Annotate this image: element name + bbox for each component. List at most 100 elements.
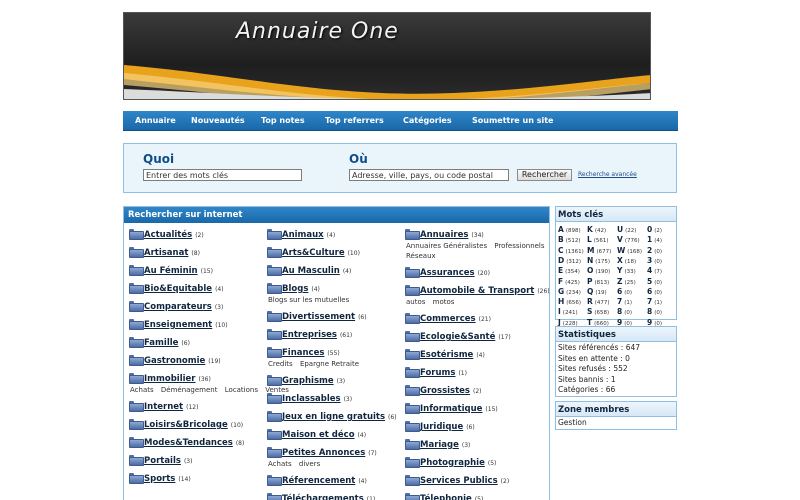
site-banner[interactable]: Annuaire One — [123, 12, 651, 100]
keyword-letter-link[interactable]: M (677) — [587, 246, 611, 255]
category-link[interactable]: Artisanat — [144, 248, 188, 258]
category-link[interactable]: Bio&Equitable — [144, 284, 212, 294]
category-link[interactable]: Modes&Tendances — [144, 438, 233, 448]
location-input[interactable] — [349, 169, 509, 181]
keyword-letter-link[interactable]: D (312) — [558, 256, 581, 265]
category-link[interactable]: Ecologie&Santé — [420, 332, 495, 342]
category-link[interactable]: Blogs — [282, 284, 308, 294]
nav-nouveautes[interactable]: Nouveautés — [191, 116, 245, 125]
subcategory-link[interactable]: motos — [433, 298, 455, 306]
category-link[interactable]: Gastronomie — [144, 356, 205, 366]
category-link[interactable]: Assurances — [420, 268, 475, 278]
keyword-letter-link[interactable]: F (425) — [558, 277, 580, 286]
keyword-letter-link[interactable]: P (813) — [587, 277, 609, 286]
keyword-letter-link[interactable]: C (1361) — [558, 246, 584, 255]
subcategory-link[interactable]: autos — [406, 298, 425, 306]
category-link[interactable]: Finances — [282, 348, 324, 358]
keyword-letter-link[interactable]: 0 (2) — [647, 225, 662, 234]
keyword-letter-link[interactable]: L (561) — [587, 235, 609, 244]
category-link[interactable]: Sports — [144, 474, 175, 484]
subcategory-link[interactable]: Déménagement — [161, 386, 218, 394]
subcategory-link[interactable]: Blogs sur les mutuelles — [268, 296, 349, 304]
category-link[interactable]: Services Publics — [420, 476, 498, 486]
keyword-letter-link[interactable]: 1 (4) — [647, 235, 662, 244]
category-link[interactable]: Automobile & Transport — [420, 286, 534, 296]
subcategory-link[interactable]: Epargne Retraite — [300, 360, 359, 368]
keywords-input[interactable] — [143, 169, 302, 181]
nav-annuaire[interactable]: Annuaire — [135, 116, 176, 125]
keyword-letter-link[interactable]: U (22) — [617, 225, 636, 234]
subcategory-link[interactable]: Achats — [268, 460, 292, 468]
nav-top-referrers[interactable]: Top referrers — [325, 116, 384, 125]
keyword-letter-link[interactable]: Y (33) — [617, 266, 636, 275]
category-link[interactable]: Mariage — [420, 440, 459, 450]
category-link[interactable]: Au Féminin — [144, 266, 198, 276]
category-link[interactable]: Animaux — [282, 230, 324, 240]
keyword-letter-link[interactable]: W (168) — [617, 246, 642, 255]
category-link[interactable]: Grossistes — [420, 386, 470, 396]
subcategory-link[interactable]: Réseaux — [406, 252, 436, 260]
category-link[interactable]: Esotérisme — [420, 350, 473, 360]
subcategory-link[interactable]: Locations — [225, 386, 258, 394]
category-link[interactable]: Au Masculin — [282, 266, 340, 276]
category-link[interactable]: Annuaires — [420, 230, 468, 240]
category-link[interactable]: Graphisme — [282, 376, 334, 386]
keyword-letter-link[interactable]: K (42) — [587, 225, 606, 234]
subcategory-link[interactable]: divers — [299, 460, 320, 468]
keyword-letter-link[interactable]: Q (19) — [587, 287, 607, 296]
category-link[interactable]: Internet — [144, 402, 183, 412]
category-link[interactable]: Réferencement — [282, 476, 355, 486]
category-link[interactable]: Télephonie — [420, 494, 472, 500]
category-link[interactable]: Informatique — [420, 404, 482, 414]
keyword-letter-link[interactable]: A (898) — [558, 225, 581, 234]
category-link[interactable]: Actualités — [144, 230, 192, 240]
keyword-letter-link[interactable]: 3 (0) — [647, 256, 662, 265]
category-link[interactable]: Jeux en ligne gratuits — [282, 412, 385, 422]
subcategory-link[interactable]: Achats — [130, 386, 154, 394]
keyword-letter-link[interactable]: G (234) — [558, 287, 581, 296]
keyword-letter-link[interactable]: 6 (0) — [617, 287, 632, 296]
category-link[interactable]: Téléchargements — [282, 494, 364, 500]
keyword-letter-link[interactable]: X (18) — [617, 256, 636, 265]
keyword-letter-link[interactable]: B (512) — [558, 235, 581, 244]
keyword-letter-link[interactable]: 8 (0) — [647, 307, 662, 316]
subcategory-link[interactable]: Credits — [268, 360, 293, 368]
advanced-search-link[interactable]: Recherche avancée — [578, 171, 637, 178]
category-link[interactable]: Petites Annonces — [282, 448, 365, 458]
category-link[interactable]: Famille — [144, 338, 178, 348]
category-link[interactable]: Portails — [144, 456, 181, 466]
keyword-letter-link[interactable]: 4 (7) — [647, 266, 662, 275]
category-link[interactable]: Immobilier — [144, 374, 196, 384]
keyword-letter-link[interactable]: O (190) — [587, 266, 610, 275]
keyword-letter-link[interactable]: 6 (0) — [647, 287, 662, 296]
keyword-letter-link[interactable]: N (175) — [587, 256, 610, 265]
nav-top-notes[interactable]: Top notes — [261, 116, 305, 125]
keyword-letter-link[interactable]: R (477) — [587, 297, 610, 306]
category-link[interactable]: Loisirs&Bricolage — [144, 420, 228, 430]
keyword-letter-link[interactable]: E (354) — [558, 266, 580, 275]
nav-soumettre-site[interactable]: Soumettre un site — [472, 116, 553, 125]
keyword-letter-link[interactable]: 5 (0) — [647, 277, 662, 286]
nav-categories[interactable]: Catégories — [403, 116, 452, 125]
category-link[interactable]: Inclassables — [282, 394, 341, 404]
category-link[interactable]: Commerces — [420, 314, 476, 324]
keyword-letter-link[interactable]: V (776) — [617, 235, 640, 244]
keyword-letter-link[interactable]: 2 (0) — [647, 246, 662, 255]
gestion-link[interactable]: Gestion — [556, 417, 676, 429]
category-link[interactable]: Juridique — [420, 422, 463, 432]
category-link[interactable]: Divertissement — [282, 312, 355, 322]
category-link[interactable]: Arts&Culture — [282, 248, 345, 258]
category-link[interactable]: Forums — [420, 368, 455, 378]
keyword-letter-link[interactable]: 7 (1) — [647, 297, 662, 306]
category-link[interactable]: Comparateurs — [144, 302, 212, 312]
keyword-letter-link[interactable]: 8 (0) — [617, 307, 632, 316]
subcategory-link[interactable]: Professionnels — [494, 242, 544, 250]
keyword-letter-link[interactable]: Z (25) — [617, 277, 636, 286]
category-link[interactable]: Enseignement — [144, 320, 212, 330]
search-button[interactable]: Rechercher — [517, 169, 572, 181]
category-link[interactable]: Entreprises — [282, 330, 337, 340]
subcategory-link[interactable]: Annuaires Généralistes — [406, 242, 487, 250]
keyword-letter-link[interactable]: I (241) — [558, 307, 578, 316]
keyword-letter-link[interactable]: H (656) — [558, 297, 581, 306]
category-link[interactable]: Maison et déco — [282, 430, 355, 440]
